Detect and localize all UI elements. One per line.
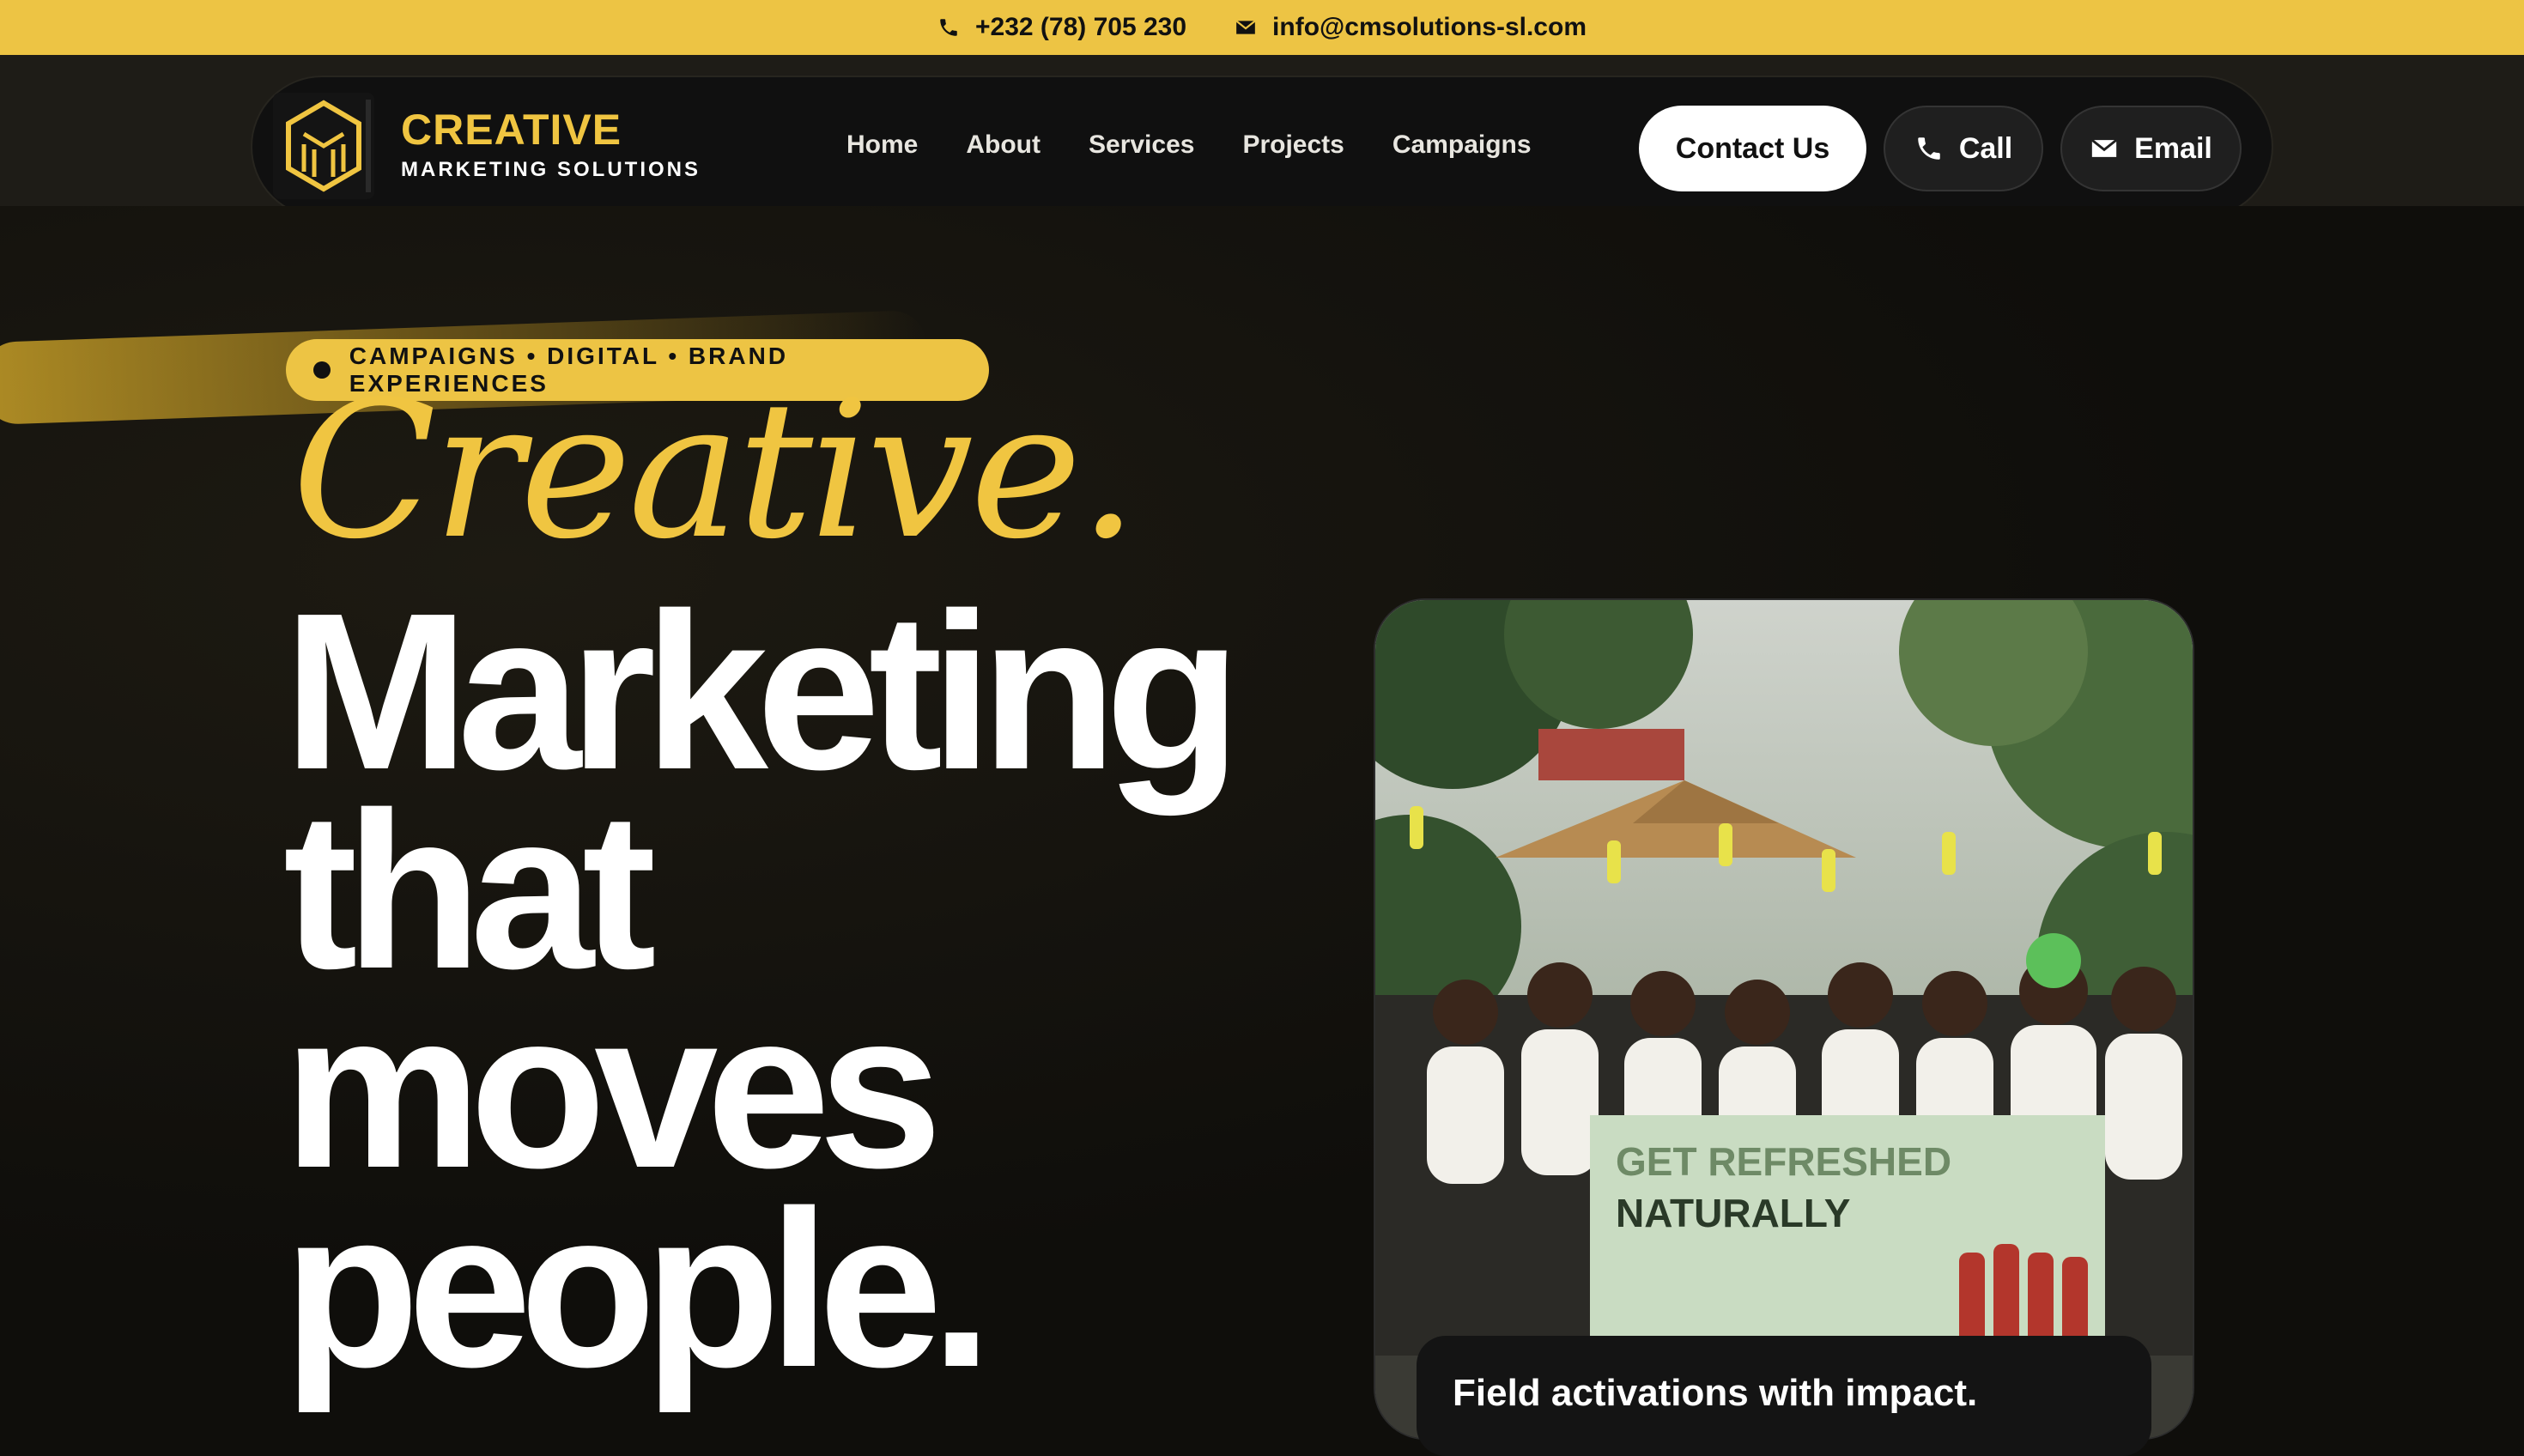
top-email-text: info@cmsolutions-sl.com <box>1272 13 1587 41</box>
campaign-photo: GET REFRESHED NATURALLY <box>1375 600 2193 1438</box>
call-button[interactable]: Call <box>1884 106 2043 191</box>
email-label: Email <box>2134 131 2212 165</box>
nav-services[interactable]: Services <box>1089 130 1194 160</box>
nav-home[interactable]: Home <box>846 130 918 160</box>
contact-us-label: Contact Us <box>1675 131 1830 165</box>
contact-us-button[interactable]: Contact Us <box>1639 106 1866 191</box>
banner-text-line-1: GET REFRESHED <box>1616 1139 1951 1184</box>
nav-projects[interactable]: Projects <box>1242 130 1344 160</box>
top-contact-bar: +232 (78) 705 230 info@cmsolutions-sl.co… <box>0 0 2524 55</box>
brand-subtitle: MARKETING SOLUTIONS <box>401 158 701 181</box>
call-label: Call <box>1958 131 2013 165</box>
hero-headline: Marketing that moves people. <box>283 567 1399 1414</box>
top-phone-text: +232 (78) 705 230 <box>975 13 1187 41</box>
headline-line-2: that <box>283 767 657 1016</box>
hero-script-word: Creative. <box>292 361 1138 580</box>
nav-links: Home About Services Projects Campaigns <box>846 130 1532 160</box>
envelope-icon <box>1235 20 1256 34</box>
cms-logo-icon[interactable] <box>273 93 374 199</box>
nav-about[interactable]: About <box>966 130 1041 160</box>
headline-line-3: moves <box>283 966 943 1215</box>
hero-photo-card: GET REFRESHED NATURALLY <box>1374 598 2194 1440</box>
headline-line-1: Marketing <box>283 567 1241 816</box>
banner-text-line-2: NATURALLY <box>1616 1191 1850 1235</box>
phone-icon <box>1918 137 1940 160</box>
photo-caption-text: Field activations with impact. <box>1453 1372 1978 1414</box>
top-email-link[interactable]: info@cmsolutions-sl.com <box>1235 13 1587 42</box>
headline-line-4: people. <box>283 1165 992 1414</box>
photo-caption-card: Field activations with impact. <box>1417 1336 2151 1456</box>
top-phone-link[interactable]: +232 (78) 705 230 <box>937 13 1186 42</box>
phone-icon <box>940 19 957 36</box>
brand-title[interactable]: CREATIVE <box>401 105 622 155</box>
envelope-icon <box>2091 138 2118 157</box>
email-button[interactable]: Email <box>2060 106 2242 191</box>
nav-campaigns[interactable]: Campaigns <box>1392 130 1532 160</box>
